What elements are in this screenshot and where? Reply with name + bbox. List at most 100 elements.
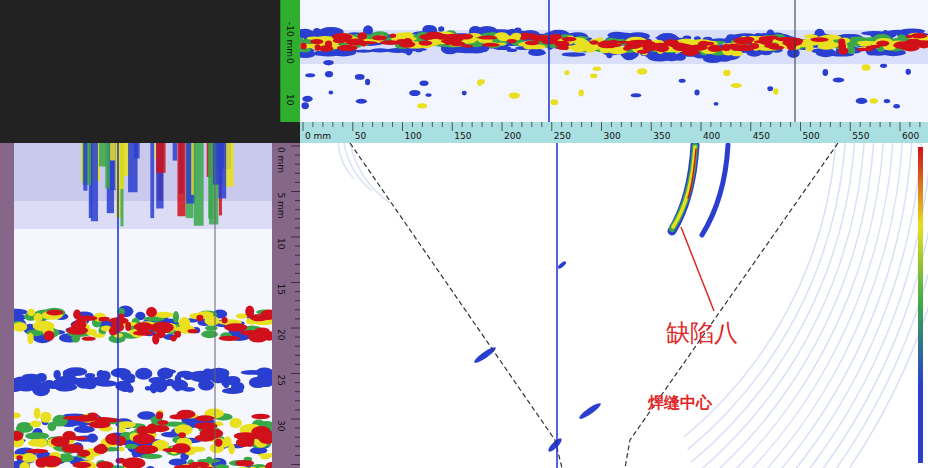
ruler-tick (295, 382, 300, 383)
ruler-label: 10 (276, 238, 286, 250)
scan-echo (173, 311, 179, 323)
ruler-tick (295, 255, 300, 256)
scan-echo (247, 467, 258, 468)
ruler-tick (780, 122, 781, 127)
ruler-label: 25 (276, 375, 286, 386)
scan-echo (482, 43, 500, 47)
scan-echo (509, 92, 520, 98)
scan-echo (372, 35, 387, 40)
scan-echo (222, 388, 244, 394)
scan-echo (224, 323, 247, 331)
side-view-scan[interactable] (14, 143, 272, 468)
sector-scan[interactable]: 缺陷八焊缝中心 (300, 143, 928, 468)
top-view-scan[interactable] (300, 0, 928, 122)
ruler-ground (300, 122, 928, 143)
scan-echo (833, 78, 845, 83)
cursor-line[interactable] (548, 0, 550, 122)
scan-echo (507, 39, 517, 43)
scan-band (300, 30, 928, 64)
scan-echo (73, 415, 97, 422)
scan-echo (773, 88, 778, 94)
scan-echo (823, 69, 829, 76)
scan-arc (709, 143, 903, 468)
scan-echo (325, 71, 333, 77)
ruler-tick (295, 182, 300, 183)
scan-echo (817, 43, 835, 50)
reference-line[interactable] (795, 0, 796, 122)
ruler-tick (295, 446, 300, 447)
scan-echo (727, 34, 735, 40)
scan-echo (741, 37, 754, 43)
scan-echo (26, 449, 48, 454)
ruler-tick (840, 122, 841, 127)
scan-echo (151, 322, 174, 334)
cursor-line[interactable] (556, 143, 558, 468)
ruler-label: 500 (803, 131, 820, 141)
scan-echo (452, 38, 463, 43)
ruler-label: 100 (405, 131, 422, 141)
scan-echo (661, 54, 681, 62)
scan-echo (195, 415, 214, 421)
ruler-label: 450 (753, 131, 770, 141)
scan-echo (72, 462, 91, 468)
scan-echo (562, 37, 577, 42)
scan-echo (35, 457, 47, 468)
scan-echo (730, 44, 747, 51)
scan-echo (21, 453, 36, 463)
ruler-tick (521, 122, 522, 127)
index-axis-ruler[interactable]: -10 mm010 (280, 0, 300, 122)
ruler-tick (342, 122, 343, 127)
scan-echo (310, 39, 323, 44)
ruler-tick (810, 122, 811, 127)
sector-scan-image (300, 143, 928, 468)
ruler-label: 0 mm (305, 131, 331, 141)
scan-echo (894, 38, 908, 41)
ruler-edge (280, 0, 281, 122)
annotation-label: 焊缝中心 (648, 393, 712, 412)
ruler-label: 10 (285, 94, 295, 106)
ruler-tick (291, 282, 300, 283)
depth-axis-ruler[interactable]: 0 mm5 mm1015202530 (272, 143, 300, 468)
scan-echo (409, 90, 420, 96)
scan-echo (85, 373, 95, 378)
scan-echo (631, 93, 641, 97)
scan-echo (550, 99, 558, 105)
scan-echo (838, 47, 848, 55)
reference-line[interactable] (215, 143, 216, 468)
scan-echo (301, 102, 308, 109)
scan-echo (115, 458, 125, 464)
ruler-tick (291, 464, 300, 465)
scan-echo (184, 374, 193, 380)
cursor-line[interactable] (117, 143, 119, 468)
scan-echo (66, 436, 88, 440)
scan-echo (148, 377, 165, 384)
scan-echo (14, 322, 27, 331)
ruler-tick (601, 122, 602, 131)
ruler-tick (770, 122, 771, 127)
scan-echo (251, 414, 270, 420)
ruler-tick (295, 246, 300, 247)
echo-arc (702, 145, 728, 235)
scan-echo (162, 372, 168, 376)
scan-echo (478, 79, 485, 84)
scan-echo (14, 413, 21, 419)
scan-echo (96, 461, 113, 468)
ruler-tick (295, 200, 300, 201)
scan-echo (224, 436, 232, 446)
scan-echo (155, 312, 174, 318)
ruler-tick (452, 122, 453, 131)
ruler-tick (295, 164, 300, 165)
ruler-tick (462, 122, 463, 127)
scan-echo (578, 89, 583, 96)
scan-echo (258, 453, 272, 457)
scan-echo (71, 333, 80, 342)
scan-echo (531, 35, 549, 42)
scan-axis-ruler[interactable]: 0 mm50100150200250300350400450500550600 (300, 122, 928, 143)
scan-echo (579, 45, 587, 48)
scan-echo (115, 143, 124, 189)
ruler-tick (291, 328, 300, 329)
scan-echo (417, 103, 427, 108)
scan-echo (590, 40, 598, 45)
scan-echo (305, 73, 315, 77)
scan-echo (71, 322, 79, 330)
